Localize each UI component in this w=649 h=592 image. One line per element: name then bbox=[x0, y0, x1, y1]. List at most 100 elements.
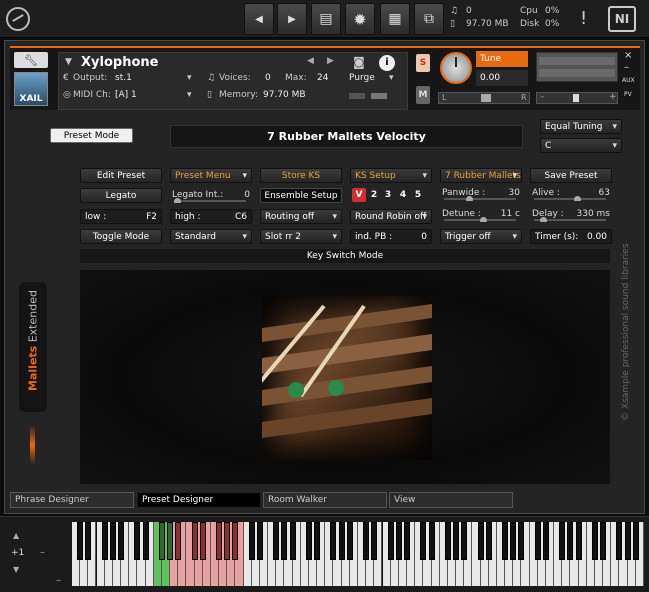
standard-menu[interactable]: Standard bbox=[170, 229, 252, 244]
black-key[interactable] bbox=[289, 522, 296, 560]
black-key[interactable] bbox=[575, 522, 582, 560]
options-button[interactable]: ✹ bbox=[345, 3, 375, 35]
purge-dropdown-icon[interactable]: ▾ bbox=[389, 73, 394, 83]
black-key[interactable] bbox=[346, 522, 353, 560]
toggle-mode-button[interactable]: Toggle Mode bbox=[80, 229, 162, 244]
tune-value[interactable]: 0.00 bbox=[476, 70, 528, 86]
trigger-menu[interactable]: Trigger off bbox=[440, 229, 522, 244]
octave-down-icon[interactable]: ▼ bbox=[13, 565, 19, 574]
mute-button[interactable]: M bbox=[416, 86, 430, 104]
black-key[interactable] bbox=[85, 522, 92, 560]
kontakt-logo-icon[interactable] bbox=[6, 7, 30, 31]
resize-button[interactable]: ⧉ bbox=[414, 3, 444, 35]
key-menu[interactable]: C bbox=[540, 138, 622, 153]
tab-view[interactable]: View bbox=[389, 492, 513, 508]
warning-indicator[interactable]: ! bbox=[580, 8, 587, 29]
keyswitch-3-button[interactable]: 3 bbox=[382, 188, 394, 202]
black-key[interactable] bbox=[371, 522, 378, 560]
black-key[interactable] bbox=[199, 522, 206, 560]
black-key[interactable] bbox=[534, 522, 541, 560]
preset-mode-button[interactable]: Preset Mode bbox=[50, 128, 133, 143]
black-key[interactable] bbox=[101, 522, 108, 560]
routing-menu[interactable]: Routing off bbox=[260, 209, 342, 224]
black-key[interactable] bbox=[461, 522, 468, 560]
black-key[interactable] bbox=[256, 522, 263, 560]
preset-menu[interactable]: Preset Menu bbox=[170, 168, 252, 183]
pan-slider[interactable]: L R bbox=[438, 92, 530, 104]
black-key[interactable] bbox=[404, 522, 411, 560]
tools-button[interactable]: 🔧︎ bbox=[14, 52, 48, 68]
black-key[interactable] bbox=[453, 522, 460, 560]
black-key[interactable] bbox=[542, 522, 549, 560]
black-key[interactable] bbox=[616, 522, 623, 560]
key-switch-mode-bar[interactable]: Key Switch Mode bbox=[80, 249, 610, 263]
close-icon[interactable]: × bbox=[624, 50, 632, 61]
snapshot-camera-icon[interactable]: ◙ bbox=[349, 55, 369, 71]
mallet-preset-menu[interactable]: 7 Rubber Mallets V bbox=[440, 168, 522, 183]
tab-room-walker[interactable]: Room Walker bbox=[263, 492, 387, 508]
volume-slider[interactable]: – + bbox=[536, 92, 618, 104]
black-key[interactable] bbox=[77, 522, 84, 560]
output-select[interactable]: st.1 bbox=[115, 73, 195, 83]
black-key[interactable] bbox=[395, 522, 402, 560]
black-key[interactable] bbox=[485, 522, 492, 560]
tuning-menu[interactable]: Equal Tuning bbox=[540, 119, 622, 134]
next-button[interactable]: ▶ bbox=[277, 3, 307, 35]
black-key[interactable] bbox=[428, 522, 435, 560]
legato-button[interactable]: Legato bbox=[80, 188, 162, 203]
keyswitch-2-button[interactable]: 2 bbox=[368, 188, 380, 202]
ks-setup-menu[interactable]: KS Setup bbox=[350, 168, 432, 183]
legato-intensity-slider[interactable]: Legato Int.: 0 bbox=[170, 187, 252, 203]
black-key[interactable] bbox=[363, 522, 370, 560]
black-key[interactable] bbox=[420, 522, 427, 560]
ni-logo[interactable]: NI bbox=[608, 6, 636, 32]
detune-slider[interactable]: Detune : 11 c bbox=[440, 206, 522, 222]
black-key[interactable] bbox=[167, 522, 174, 560]
solo-button[interactable]: S bbox=[416, 54, 430, 72]
octave-up-icon[interactable]: ▲ bbox=[13, 531, 19, 540]
black-key[interactable] bbox=[118, 522, 125, 560]
view-button[interactable]: ▦ bbox=[380, 3, 410, 35]
black-key[interactable] bbox=[281, 522, 288, 560]
delay-slider[interactable]: Delay : 330 ms bbox=[530, 206, 612, 222]
collapse-icon[interactable]: ▼ bbox=[65, 57, 72, 67]
tune-knob[interactable] bbox=[440, 52, 472, 84]
black-key[interactable] bbox=[158, 522, 165, 560]
black-key[interactable] bbox=[338, 522, 345, 560]
round-robin-menu[interactable]: Round Robin off bbox=[350, 209, 432, 224]
black-key[interactable] bbox=[232, 522, 239, 560]
black-key[interactable] bbox=[510, 522, 517, 560]
save-button[interactable]: ▤ bbox=[311, 3, 341, 35]
edit-preset-button[interactable]: Edit Preset bbox=[80, 168, 162, 183]
black-key[interactable] bbox=[314, 522, 321, 560]
black-key[interactable] bbox=[502, 522, 509, 560]
black-key[interactable] bbox=[632, 522, 639, 560]
black-key[interactable] bbox=[444, 522, 451, 560]
midi-channel-select[interactable]: [A] 1 bbox=[115, 90, 185, 100]
instrument-prev-icon[interactable]: ◀ bbox=[307, 56, 314, 66]
black-key[interactable] bbox=[175, 522, 182, 560]
info-button[interactable]: i bbox=[379, 55, 395, 71]
alive-slider[interactable]: Alive : 63 bbox=[530, 185, 612, 201]
black-key[interactable] bbox=[142, 522, 149, 560]
output-dropdown-icon[interactable]: ▾ bbox=[187, 73, 192, 83]
black-key[interactable] bbox=[387, 522, 394, 560]
max-voices-value[interactable]: 24 bbox=[317, 73, 328, 83]
panwide-slider[interactable]: Panwide : 30 bbox=[440, 185, 522, 201]
purge-menu[interactable]: Purge bbox=[349, 73, 375, 83]
tab-preset-designer[interactable]: Preset Designer bbox=[137, 492, 261, 508]
instrument-name[interactable]: Xylophone bbox=[81, 55, 158, 70]
mod-wheel-minus[interactable]: – bbox=[56, 575, 61, 586]
pv-button[interactable]: PV bbox=[624, 91, 632, 98]
black-key[interactable] bbox=[273, 522, 280, 560]
minimize-icon[interactable]: – bbox=[624, 62, 629, 73]
black-key[interactable] bbox=[109, 522, 116, 560]
black-key[interactable] bbox=[600, 522, 607, 560]
store-ks-button[interactable]: Store KS bbox=[260, 168, 342, 183]
black-key[interactable] bbox=[559, 522, 566, 560]
pitch-bend-minus[interactable]: – bbox=[40, 547, 45, 558]
piano-keyboard[interactable] bbox=[72, 522, 644, 586]
timer-field[interactable]: Timer (s): 0.00 bbox=[530, 229, 612, 244]
slot-menu[interactable]: Slot rr 2 bbox=[260, 229, 342, 244]
black-key[interactable] bbox=[305, 522, 312, 560]
